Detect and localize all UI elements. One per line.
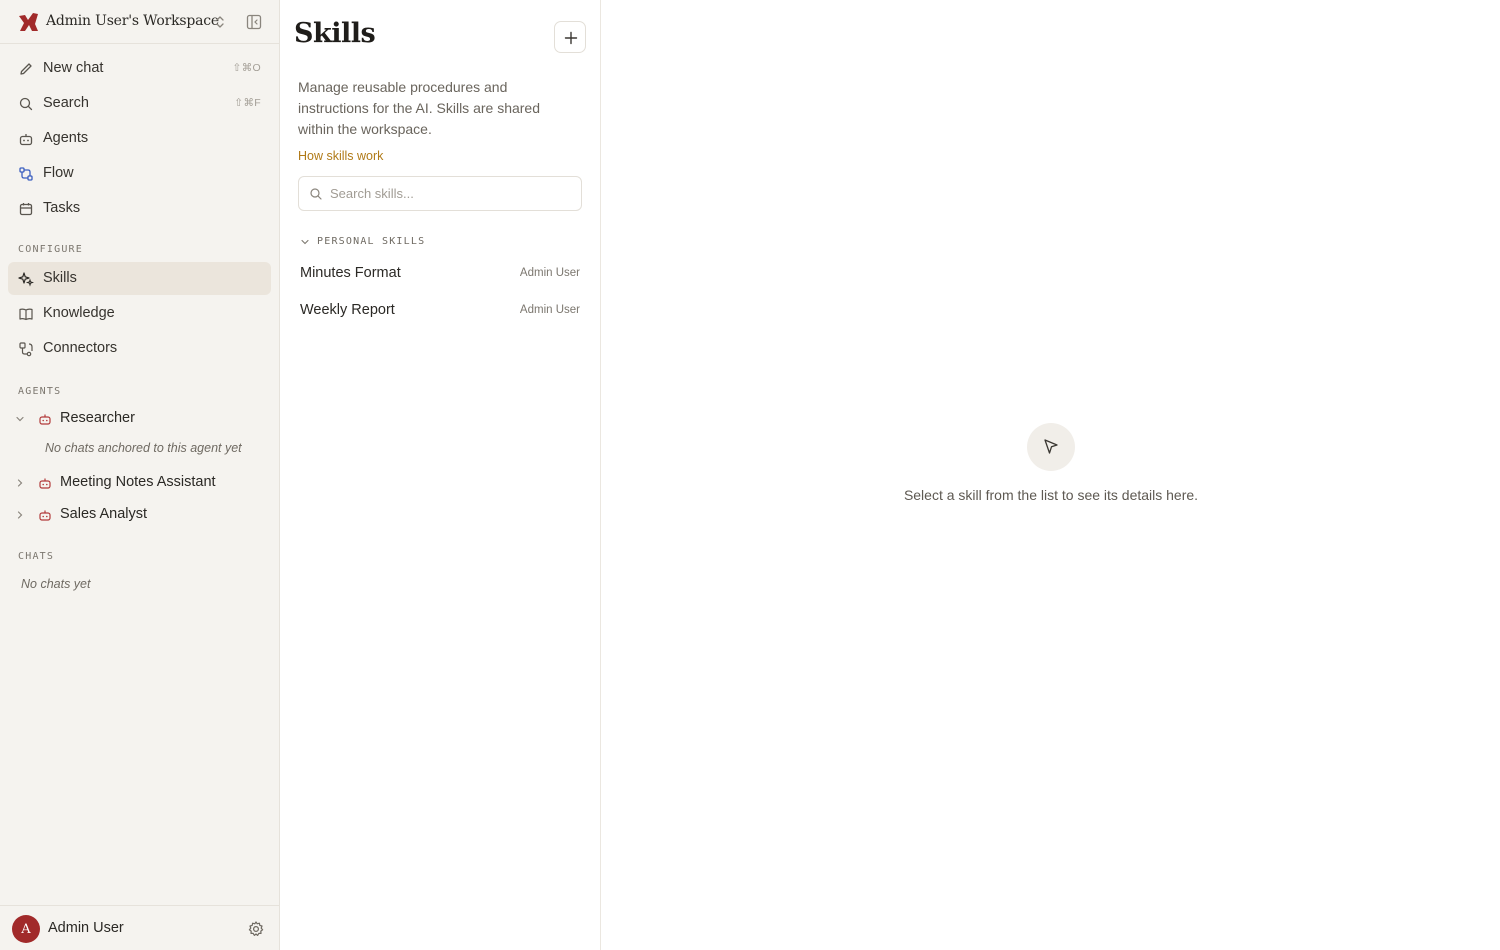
pencil-icon [20,63,32,75]
nav-knowledge[interactable]: Knowledge [8,297,271,330]
nav-label: Connectors [43,340,118,356]
chats-empty-note: No chats yet [21,577,91,591]
nav-tasks[interactable]: Tasks [8,192,271,225]
skills-description: Manage reusable procedures and instructi… [298,79,540,137]
connector-icon [19,342,33,357]
nav-new-chat[interactable]: New chat ⇧⌘O [8,52,271,85]
nav-label: Skills [43,270,77,286]
nav-label: Tasks [43,200,81,216]
avatar[interactable]: A [12,915,40,943]
skill-item-weekly-report[interactable]: Weekly Report Admin User [298,295,584,327]
nav-label: Search [43,95,89,111]
sidebar: Admin User's Workspace New chat ⇧⌘O Sear… [0,0,280,950]
bot-icon [39,478,51,489]
chevron-right-icon[interactable] [14,477,26,489]
cursor-icon [1027,423,1075,471]
gear-icon[interactable] [247,920,265,938]
sparkles-icon [18,272,34,287]
search-placeholder: Search skills... [330,186,414,201]
agent-item-meeting-notes-assistant[interactable]: Meeting Notes Assistant [8,468,271,498]
workspace-name: Admin User's Workspace [46,13,219,29]
search-icon [19,97,33,111]
chevron-right-icon[interactable] [14,509,26,521]
how-skills-work-link[interactable]: How skills work [298,149,383,163]
nav-label: New chat [43,60,104,76]
chevron-down-icon [301,239,309,245]
skill-detail-pane: Select a skill from the list to see its … [601,0,1500,950]
agent-label: Meeting Notes Assistant [60,474,216,490]
skill-item-minutes-format[interactable]: Minutes Format Admin User [298,258,584,290]
skill-name: Weekly Report [300,302,395,318]
nav-flow[interactable]: Flow [8,157,271,190]
nav-connectors[interactable]: Connectors [8,332,271,365]
empty-state-message: Select a skill from the list to see its … [903,487,1199,503]
skills-panel: Skills Manage reusable procedures and in… [280,0,601,950]
skill-owner: Admin User [519,304,580,316]
agent-empty-note: No chats anchored to this agent yet [45,441,242,455]
bot-icon [39,510,51,521]
workspace-logo-icon [19,13,38,31]
nav-label: Flow [43,165,74,181]
user-footer: A Admin User [0,905,279,950]
agent-label: Sales Analyst [60,506,148,522]
add-skill-button[interactable] [554,21,586,53]
page-title: Skills [294,18,376,49]
agents-section-label: AGENTS [18,386,62,397]
search-icon [310,188,322,200]
chevron-down-icon[interactable] [14,413,26,425]
skills-search-input[interactable]: Search skills... [298,176,582,211]
skill-owner: Admin User [519,267,580,279]
agent-label: Researcher [60,410,135,426]
agent-item-researcher[interactable]: Researcher [8,404,271,434]
shortcut-hint: ⇧⌘F [234,97,261,109]
nav-skills[interactable]: Skills [8,262,271,295]
bot-icon [19,134,33,146]
user-name[interactable]: Admin User [48,920,124,936]
flow-icon [19,167,33,181]
plus-icon [564,31,578,45]
shortcut-hint: ⇧⌘O [232,62,261,74]
nav-label: Knowledge [43,305,115,321]
group-label: PERSONAL SKILLS [317,236,426,247]
agent-item-sales-analyst[interactable]: Sales Analyst [8,500,271,530]
configure-section-label: CONFIGURE [18,244,83,255]
sidebar-collapse-icon[interactable] [245,13,263,31]
skill-name: Minutes Format [300,265,401,281]
workspace-header[interactable]: Admin User's Workspace [0,0,279,44]
nav-label: Agents [43,130,89,146]
chats-section-label: CHATS [18,551,55,562]
nav-search[interactable]: Search ⇧⌘F [8,87,271,120]
bot-icon [39,414,51,425]
chevron-up-down-icon[interactable] [213,14,227,30]
nav-agents[interactable]: Agents [8,122,271,155]
book-icon [19,308,33,321]
calendar-icon [19,203,33,216]
